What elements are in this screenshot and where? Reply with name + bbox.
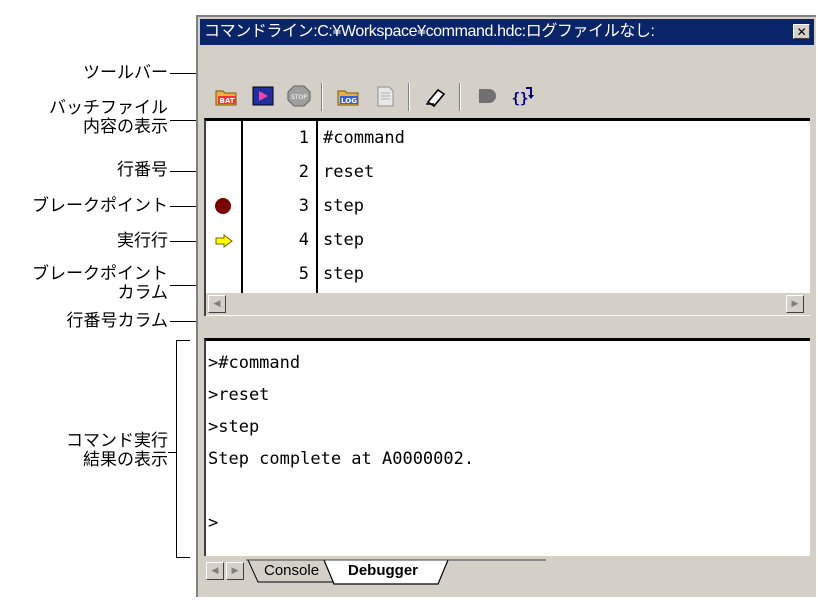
console-line: Step complete at A0000002. (208, 449, 475, 469)
annotation-breakpoint: ブレークポイント (32, 196, 168, 216)
record-button[interactable] (474, 84, 500, 108)
scroll-left-icon: ◀ (213, 299, 221, 309)
annotation-command-result-line1: コマンド実行 (66, 431, 168, 451)
bracket-result-vert (176, 340, 177, 558)
scroll-right-icon: ▶ (791, 299, 799, 309)
eraser-icon (426, 88, 446, 108)
line-number: 5 (298, 264, 309, 284)
annotation-batch-content: バッチファイル 内容の表示 (49, 99, 168, 137)
code-line: step (323, 196, 364, 216)
tab-scroll-left-icon: ◀ (211, 566, 219, 576)
console-line: >reset (208, 385, 270, 405)
console-output-pane[interactable]: >#command >reset >step Step complete at … (204, 338, 810, 556)
record-icon (479, 89, 496, 103)
toolbar: BAT STOP LOG {} (200, 47, 814, 117)
scroll-left-button[interactable]: ◀ (208, 295, 226, 313)
current-line-arrow-icon (215, 234, 233, 248)
annotation-exec-line: 実行行 (117, 231, 168, 251)
code-line: step (323, 264, 364, 284)
pane-splitter[interactable] (204, 316, 810, 336)
annotation-command-result-line2: 結果の表示 (83, 450, 168, 470)
run-batch-button[interactable] (250, 84, 276, 108)
annotation-bp-column-line1: ブレークポイント (32, 264, 168, 284)
annotation-bp-column: ブレークポイント カラム (32, 265, 168, 303)
tab-console[interactable]: Console (264, 560, 319, 582)
console-line: >#command (208, 353, 301, 373)
annotation-batch-content-line2: 内容の表示 (83, 117, 168, 137)
log-open-button[interactable]: LOG (336, 84, 362, 108)
close-button[interactable]: ✕ (793, 24, 810, 39)
clear-button[interactable] (422, 84, 448, 108)
annotation-batch-content-line1: バッチファイル (49, 98, 168, 118)
batch-open-icon-label: BAT (220, 97, 235, 105)
horizontal-scrollbar[interactable]: ◀ ▶ (206, 293, 810, 315)
window-title: コマンドライン:C:¥Workspace¥command.hdc:ログファイルな… (204, 23, 655, 40)
tab-bar: ◀ ▶ Console Debugger (204, 558, 810, 586)
batch-file-pane[interactable]: 1 #command 2 reset 3 step 4 step 5 step … (204, 118, 810, 316)
code-line: step (323, 230, 364, 250)
log-file-icon (377, 86, 394, 107)
bracket-result-top (176, 340, 190, 341)
log-open-icon-label: LOG (341, 97, 357, 105)
bracket-result-bottom (176, 557, 190, 558)
log-open-icon: LOG (337, 90, 359, 106)
annotation-command-result: コマンド実行 結果の表示 (66, 432, 168, 470)
line-number: 3 (298, 196, 309, 216)
batch-open-button[interactable]: BAT (214, 84, 240, 108)
annotation-toolbar: ツールバー (83, 63, 168, 83)
log-file-button[interactable] (372, 84, 398, 108)
tab-scroll-right-button[interactable]: ▶ (226, 562, 244, 580)
step-into-icon-label: {} (512, 91, 529, 107)
command-line-window: コマンドライン:C:¥Workspace¥command.hdc:ログファイルな… (196, 15, 816, 597)
code-line: #command (323, 128, 405, 148)
toolbar-separator (321, 83, 323, 111)
batch-open-icon: BAT (215, 90, 237, 106)
tab-scroll-left-button[interactable]: ◀ (206, 562, 224, 580)
step-into-icon: {} (512, 87, 534, 107)
stop-button[interactable]: STOP (286, 84, 312, 108)
console-prompt[interactable]: > (208, 507, 218, 539)
toolbar-separator (408, 83, 410, 111)
scroll-right-button[interactable]: ▶ (786, 295, 804, 313)
breakpoint-marker[interactable] (215, 198, 231, 214)
code-line: reset (323, 162, 375, 182)
annotation-bp-column-line2: カラム (117, 283, 169, 303)
console-line: >step (208, 417, 260, 437)
annotation-line-number-column: 行番号カラム (66, 311, 169, 331)
leader-toolbar (170, 73, 198, 74)
stop-icon: STOP (287, 85, 311, 107)
close-icon: ✕ (796, 25, 807, 39)
annotation-line-number: 行番号 (117, 160, 168, 180)
toolbar-separator (459, 83, 461, 111)
step-into-button[interactable]: {} (510, 84, 536, 108)
bracket-result-mid (168, 452, 177, 453)
line-number: 2 (298, 162, 309, 182)
tab-scroll-right-icon: ▶ (231, 566, 239, 576)
stop-icon-label: STOP (291, 94, 307, 101)
tab-debugger[interactable]: Debugger (348, 560, 418, 582)
line-number: 1 (298, 128, 309, 148)
window-titlebar[interactable]: コマンドライン:C:¥Workspace¥command.hdc:ログファイルな… (200, 19, 814, 45)
line-number: 4 (298, 230, 309, 250)
run-batch-icon (252, 86, 274, 106)
